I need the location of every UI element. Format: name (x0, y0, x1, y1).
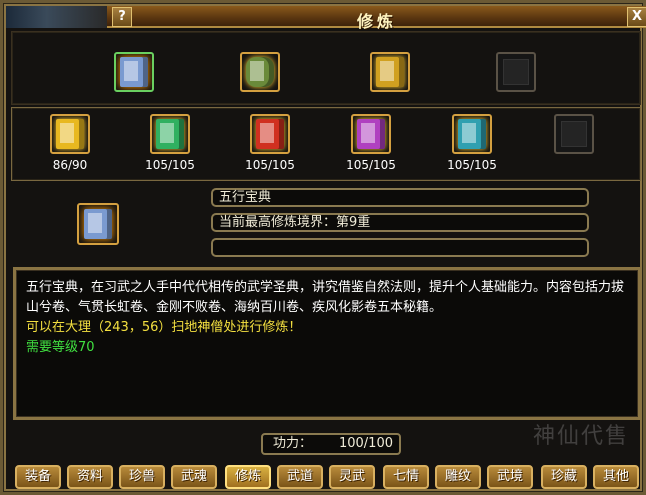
cyan-book-icon (458, 119, 486, 149)
book-stack-icon (84, 209, 112, 239)
green-book-count: 105/105 (145, 158, 195, 172)
watermark-text: 神仙代售 (533, 424, 630, 449)
extra-field (211, 238, 589, 257)
slot-red-book[interactable] (250, 114, 290, 154)
cultivation-window: 修炼 ? X 86/90 105/105 105/105 105/105 105… (0, 0, 646, 495)
yellow-book-count: 86/90 (52, 158, 88, 172)
tab-cultivation[interactable]: 修炼 (225, 465, 271, 489)
yellow-book-icon (56, 119, 84, 149)
slot-scroll-bundle[interactable] (240, 52, 280, 92)
item-name-field: 五行宝典 (211, 188, 589, 207)
tab-emotions[interactable]: 七情 (383, 465, 429, 489)
tab-engraving[interactable]: 雕纹 (435, 465, 481, 489)
empty-slot-icon[interactable] (554, 114, 594, 154)
category-row (11, 31, 641, 105)
tab-spirit-weapon[interactable]: 灵武 (329, 465, 375, 489)
purple-book-icon (357, 119, 385, 149)
red-book-count: 105/105 (245, 158, 295, 172)
help-button[interactable]: ? (112, 7, 132, 27)
selected-item-slot[interactable] (77, 203, 119, 245)
slot-purple-book[interactable] (351, 114, 391, 154)
slot-yellow-book[interactable] (50, 114, 90, 154)
close-button[interactable]: X (627, 7, 646, 27)
slot-cyan-book[interactable] (452, 114, 492, 154)
realm-field: 当前最高修炼境界：第9重 (211, 213, 589, 232)
power-display: 功力： 100/100 (261, 433, 401, 455)
location-text: 可以在大理（243，56）扫地神僧处进行修炼！ (26, 320, 302, 335)
cyan-book-count: 105/105 (447, 158, 497, 172)
tab-other[interactable]: 其他 (593, 465, 639, 489)
scroll-bundle-icon (246, 57, 274, 87)
red-book-icon (256, 119, 284, 149)
tab-equipment[interactable]: 装备 (15, 465, 61, 489)
slot-gold-treasure[interactable] (370, 52, 410, 92)
power-label: 功力： (273, 436, 313, 451)
description-box: 五行宝典，在习武之人手中代代相传的武学圣典，讲究借鉴自然法则，提升个人基础能力。… (13, 267, 641, 420)
gold-treasure-icon (376, 57, 404, 87)
book-row: 86/90 105/105 105/105 105/105 105/105 (11, 107, 641, 181)
tab-realm[interactable]: 武境 (487, 465, 533, 489)
tab-soul[interactable]: 武魂 (171, 465, 217, 489)
tab-pets[interactable]: 珍兽 (119, 465, 165, 489)
selected-info: 五行宝典 当前最高修炼境界：第9重 (11, 183, 641, 265)
green-book-icon (156, 119, 184, 149)
window-title: 修炼 (356, 12, 397, 31)
purple-book-count: 105/105 (346, 158, 396, 172)
level-requirement: 需要等级70 (26, 340, 95, 355)
title-decoration (6, 6, 107, 28)
slot-book-stack[interactable] (114, 52, 154, 92)
title-bar: 修炼 (107, 6, 646, 31)
tab-martial-way[interactable]: 武道 (277, 465, 323, 489)
tab-collection[interactable]: 珍藏 (541, 465, 587, 489)
description-text: 五行宝典，在习武之人手中代代相传的武学圣典，讲究借鉴自然法则，提升个人基础能力。… (26, 280, 625, 315)
book-stack-icon (120, 57, 148, 87)
tab-bar: 装备 资料 珍兽 武魂 修炼 武道 灵武 七情 雕纹 武境 珍藏 其他 (3, 463, 646, 495)
power-value: 100/100 (338, 436, 393, 451)
empty-slot-icon[interactable] (496, 52, 536, 92)
tab-profile[interactable]: 资料 (67, 465, 113, 489)
slot-green-book[interactable] (150, 114, 190, 154)
